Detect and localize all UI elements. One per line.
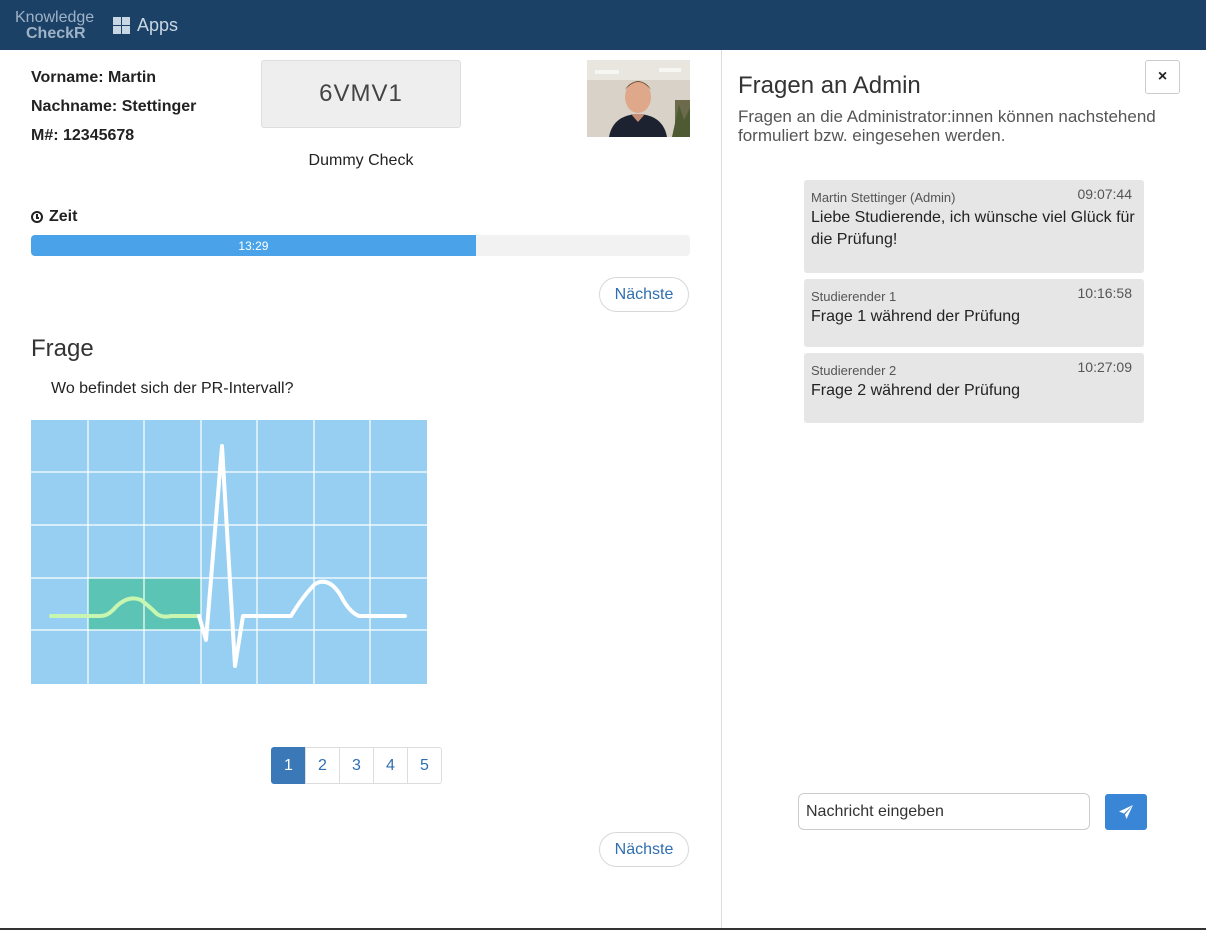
message-text: Frage 1 während der Prüfung <box>811 308 1021 325</box>
message-sender: Studierender 1 <box>811 289 897 304</box>
message-item: Studierender 2 10:27:09 Frage 2 während … <box>804 353 1144 423</box>
app-logo[interactable]: Knowledge CheckR <box>15 10 94 42</box>
message-item: Martin Stettinger (Admin) 09:07:44 Liebe… <box>804 180 1144 273</box>
page-2[interactable]: 2 <box>305 747 340 784</box>
time-progress-fill: 13:29 <box>31 235 476 256</box>
next-button-top[interactable]: Nächste <box>599 277 689 312</box>
top-navbar: Knowledge CheckR Apps <box>0 0 1206 50</box>
student-info: Vorname: Martin Nachname: Stettinger M#:… <box>31 63 196 150</box>
apps-menu[interactable]: Apps <box>113 15 178 36</box>
admin-questions-panel: Fragen an Admin Fragen an die Administra… <box>722 50 1206 928</box>
page-4[interactable]: 4 <box>373 747 408 784</box>
matrikel-number: M#: 12345678 <box>31 127 135 144</box>
send-icon <box>1119 805 1133 819</box>
logo-line-2: CheckR <box>26 25 86 42</box>
message-time: 10:16:58 <box>1077 285 1133 301</box>
message-time: 09:07:44 <box>1077 186 1133 202</box>
exam-panel: Vorname: Martin Nachname: Stettinger M#:… <box>0 50 721 930</box>
message-item: Studierender 1 10:16:58 Frage 1 während … <box>804 279 1144 347</box>
panel-subtitle: Fragen an die Administrator:innen können… <box>738 107 1156 145</box>
page-5[interactable]: 5 <box>407 747 442 784</box>
message-sender: Martin Stettinger (Admin) <box>811 190 956 205</box>
send-button[interactable] <box>1105 794 1147 830</box>
firstname: Vorname: Martin <box>31 69 157 86</box>
message-text: Frage 2 während der Prüfung <box>811 382 1021 399</box>
page-1[interactable]: 1 <box>271 747 306 784</box>
timer-label: Zeit <box>31 208 77 226</box>
question-pagination: 1 2 3 4 5 <box>271 747 442 784</box>
close-icon[interactable]: × <box>1145 60 1180 94</box>
message-time: 10:27:09 <box>1077 359 1133 375</box>
clock-icon <box>31 211 43 223</box>
grid-icon <box>113 17 130 34</box>
message-sender: Studierender 2 <box>811 363 897 378</box>
question-text: Wo befindet sich der PR-Intervall? <box>51 380 294 397</box>
check-name: Dummy Check <box>308 152 414 169</box>
access-code: 6VMV1 <box>261 60 461 128</box>
message-input[interactable] <box>798 793 1090 830</box>
panel-title: Fragen an Admin <box>738 72 921 99</box>
lastname: Nachname: Stettinger <box>31 98 197 115</box>
webcam-image <box>587 60 690 137</box>
question-heading: Frage <box>31 335 94 362</box>
timer-text: Zeit <box>49 208 78 225</box>
message-text: Liebe Studierende, ich wünsche viel Glüc… <box>811 209 1135 248</box>
apps-label: Apps <box>137 15 179 35</box>
logo-line-1: Knowledge <box>15 9 95 26</box>
page-3[interactable]: 3 <box>339 747 374 784</box>
time-progress-bar: 13:29 <box>31 235 690 256</box>
next-button-bottom[interactable]: Nächste <box>599 832 689 867</box>
ecg-image[interactable] <box>31 420 427 689</box>
